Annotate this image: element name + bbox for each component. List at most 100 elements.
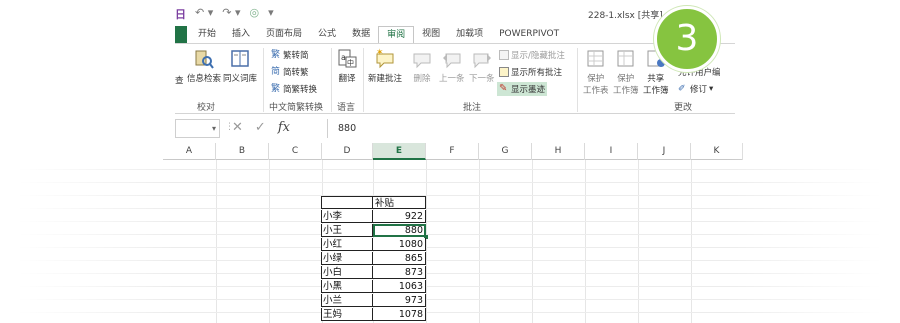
touch-mode-icon[interactable]: ◎ <box>250 6 260 22</box>
new-comment-icon: ✶ <box>376 48 394 69</box>
name-box[interactable]: ▾ <box>175 119 220 138</box>
tab-addins[interactable]: 加载项 <box>448 26 491 44</box>
s2t-label: 简转繁 <box>283 68 309 78</box>
enter-icon[interactable]: ✓ <box>255 120 266 135</box>
table-row-name[interactable]: 小绿 <box>321 252 373 265</box>
column-header-h[interactable]: H <box>532 143 585 160</box>
cancel-icon[interactable]: ✕ <box>232 120 243 135</box>
column-header-b[interactable]: B <box>216 143 269 160</box>
cell-grid[interactable] <box>0 160 900 323</box>
show-ink-label: 显示墨迹 <box>511 85 546 95</box>
table-row-name[interactable]: 小黑 <box>321 280 373 293</box>
active-cell[interactable]: 880 <box>373 224 426 237</box>
table-row-value[interactable]: 1063 <box>373 280 426 293</box>
show-hide-comment-icon <box>499 50 509 60</box>
tab-home[interactable]: 开始 <box>190 26 224 44</box>
show-all-comments-button[interactable]: 显示所有批注 <box>499 66 562 78</box>
table-row-value[interactable]: 1078 <box>373 308 426 321</box>
table-row-name[interactable]: 小兰 <box>321 294 373 307</box>
table-row-value[interactable]: 865 <box>373 252 426 265</box>
table-row-name[interactable]: 小白 <box>321 266 373 279</box>
protect-workbook-icon <box>617 50 634 67</box>
tab-page-layout[interactable]: 页面布局 <box>258 26 310 44</box>
group-separator <box>331 48 332 112</box>
protect-sheet-label-2: 工作表 <box>583 86 609 96</box>
redo-button[interactable]: ↷ ▾ <box>222 6 240 22</box>
tab-data[interactable]: 数据 <box>344 26 378 44</box>
protect-sheet-label-1: 保护 <box>587 74 605 84</box>
table-header-blank[interactable] <box>321 196 373 209</box>
spelling-button-stub[interactable]: 查 <box>175 74 184 86</box>
column-header-j[interactable]: J <box>638 143 691 160</box>
translate-icon: a中 <box>338 49 357 68</box>
tab-powerpivot[interactable]: POWERPIVOT <box>491 26 567 44</box>
group-separator <box>363 48 364 112</box>
column-header-k[interactable]: K <box>691 143 743 160</box>
group-label-proofing: 校对 <box>197 103 216 113</box>
tab-insert[interactable]: 插入 <box>224 26 258 44</box>
previous-comment-button[interactable]: 上一条 <box>439 48 465 84</box>
show-hide-comment-button[interactable]: 显示/隐藏批注 <box>499 49 565 61</box>
traditional-to-simplified-button[interactable]: 繁 繁转简 <box>271 49 309 61</box>
tab-review[interactable]: 审阅 <box>378 26 415 44</box>
svg-text:a: a <box>341 53 346 62</box>
insert-function-icon[interactable]: fx <box>278 120 290 135</box>
next-comment-label: 下一条 <box>469 74 495 84</box>
grid-line <box>0 221 900 222</box>
delete-comment-button[interactable]: 删除 <box>411 48 433 84</box>
group-separator <box>577 48 578 112</box>
column-header-a[interactable]: A <box>163 143 216 160</box>
table-row-value[interactable]: 922 <box>373 210 426 223</box>
research-button[interactable]: 信息检索 <box>187 48 221 84</box>
step-number-badge: 3 <box>654 6 720 72</box>
protect-workbook-label-1: 保护 <box>617 74 635 84</box>
protect-sheet-icon <box>587 50 604 67</box>
protect-workbook-label-2: 工作簿 <box>613 86 639 96</box>
thesaurus-button[interactable]: 同义词库 <box>223 48 257 84</box>
thesaurus-book-icon <box>231 50 249 67</box>
formula-bar: ▾ ⋮ ✕ ✓ fx 880 <box>175 119 735 139</box>
table-row-name[interactable]: 小李 <box>321 210 373 223</box>
track-changes-button[interactable]: ✐ 修订 ▾ <box>678 83 713 95</box>
tab-view[interactable]: 视图 <box>414 26 448 44</box>
grid-line <box>0 169 900 170</box>
next-comment-button[interactable]: 下一条 <box>469 48 495 84</box>
chevron-down-icon[interactable]: ▾ <box>212 124 216 133</box>
excel-app-icon: 日 <box>175 8 186 21</box>
delete-comment-icon <box>413 53 431 69</box>
previous-comment-label: 上一条 <box>439 74 465 84</box>
show-ink-button[interactable]: ✎ 显示墨迹 <box>497 82 548 96</box>
protect-workbook-button[interactable]: 保护 工作簿 <box>613 48 639 96</box>
new-comment-label: 新建批注 <box>368 74 403 84</box>
table-row-name[interactable]: 小王 <box>321 224 373 237</box>
protect-sheet-button[interactable]: 保护 工作表 <box>583 48 609 96</box>
column-header-c[interactable]: C <box>269 143 322 160</box>
t2s-icon: 繁 <box>271 50 281 60</box>
grid-line <box>0 195 900 196</box>
customize-qat-button[interactable]: ▾ <box>268 6 274 22</box>
table-row-value[interactable]: 1080 <box>373 238 426 251</box>
column-header-i[interactable]: I <box>585 143 638 160</box>
new-comment-button[interactable]: ✶ 新建批注 <box>368 48 402 84</box>
tab-formulas[interactable]: 公式 <box>310 26 344 44</box>
convert-icon: 繁 <box>271 84 281 94</box>
table-row-name[interactable]: 王妈 <box>321 308 373 321</box>
column-header-e[interactable]: E <box>373 143 426 160</box>
undo-button[interactable]: ↶ ▾ <box>195 6 213 22</box>
delete-comment-label: 删除 <box>413 74 431 84</box>
svg-text:✶: ✶ <box>376 48 384 58</box>
pen-ink-icon: ✎ <box>499 83 508 94</box>
translate-button[interactable]: a中 翻译 <box>336 48 358 84</box>
column-header-d[interactable]: D <box>322 143 373 160</box>
table-header-subsidy[interactable]: 补贴 <box>373 196 426 209</box>
table-row-value[interactable]: 973 <box>373 294 426 307</box>
column-header-g[interactable]: G <box>479 143 532 160</box>
chinese-conversion-button[interactable]: 繁 简繁转换 <box>271 83 317 95</box>
table-row-value[interactable]: 873 <box>373 266 426 279</box>
column-header-f[interactable]: F <box>426 143 479 160</box>
formula-input[interactable]: 880 <box>327 119 735 138</box>
table-row-name[interactable]: 小红 <box>321 238 373 251</box>
convert-label: 简繁转换 <box>283 85 318 95</box>
file-tab-edge[interactable] <box>175 26 187 44</box>
simplified-to-traditional-button[interactable]: 简 简转繁 <box>271 66 309 78</box>
